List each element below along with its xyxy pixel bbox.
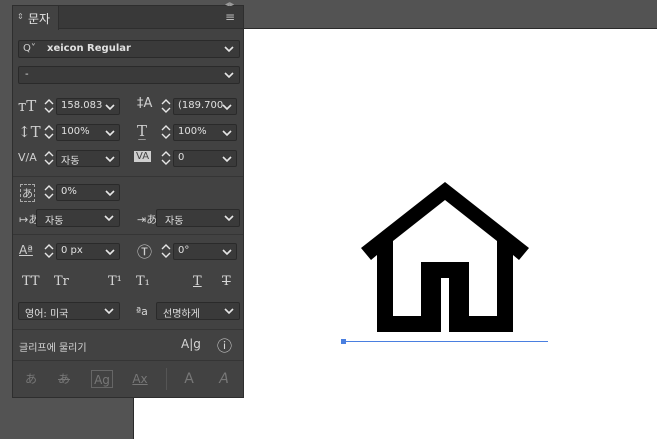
baseline-shift-icon: Aª [19, 243, 33, 257]
tsume-stepper[interactable] [44, 184, 54, 200]
rotation-icon: Ⓣ [137, 243, 153, 261]
font-style-field[interactable]: - [18, 66, 240, 84]
search-icon[interactable]: Q˅ [23, 43, 36, 54]
aki-right-value: 자동 [165, 216, 184, 227]
tsume-icon: あ [20, 184, 35, 202]
antialias-select[interactable]: 선명하게 [156, 302, 240, 320]
chevron-down-icon[interactable] [223, 69, 235, 81]
chevron-down-icon[interactable] [221, 246, 233, 258]
chevron-down-icon[interactable] [221, 127, 233, 139]
language-select[interactable]: 영어: 미국 [18, 302, 120, 320]
small-caps-button[interactable]: Tr [54, 274, 69, 289]
divider [13, 234, 243, 235]
rotation-value: 0° [178, 245, 190, 256]
chevron-down-icon[interactable] [103, 305, 115, 317]
aki-left-value: 자동 [45, 216, 64, 227]
house-glyph[interactable] [357, 178, 533, 338]
leading-icon: ‡A [137, 96, 153, 111]
font-size-stepper[interactable] [44, 98, 54, 114]
all-caps-button[interactable]: TT [22, 274, 40, 289]
chevron-down-icon[interactable] [223, 43, 235, 55]
font-style-value: - [25, 69, 29, 80]
horizontal-scale-value: 100% [178, 126, 207, 137]
snap-to-glyph-label: 글리프에 물리기 [19, 343, 87, 354]
font-size-icon: ᴛT [18, 97, 37, 115]
chevron-down-icon[interactable] [104, 246, 116, 258]
chevron-down-icon[interactable] [221, 153, 233, 165]
snap-button-3[interactable]: Ag [91, 370, 113, 388]
chevron-down-icon[interactable] [104, 153, 116, 165]
kerning-icon: V/A [18, 151, 37, 164]
divider [166, 368, 167, 390]
baseline-shift-value: 0 px [61, 245, 83, 256]
chevron-down-icon[interactable] [221, 101, 233, 113]
chevron-down-icon[interactable] [223, 305, 235, 317]
chevron-down-icon[interactable] [223, 212, 235, 224]
antialias-icon: ªa [136, 305, 148, 318]
vertical-scale-icon: ↕T [18, 123, 41, 141]
kerning-stepper[interactable] [44, 150, 54, 166]
chevron-down-icon[interactable] [103, 212, 115, 224]
aki-left-select[interactable]: 자동 [36, 209, 120, 227]
panel-header[interactable]: ⇕ 문자 ≡ [13, 6, 243, 30]
snap-button-1[interactable]: あ [22, 370, 40, 388]
tracking-icon: VA [134, 151, 152, 162]
info-icon[interactable]: ⓘ [217, 335, 232, 356]
snap-button-2[interactable]: あ [55, 370, 73, 388]
vertical-scale-value: 100% [61, 126, 90, 137]
tab-character[interactable]: ⇕ 문자 [13, 6, 59, 30]
aki-right-icon: ⇥あ [137, 213, 158, 226]
strikethrough-button[interactable]: T [222, 274, 231, 289]
font-size-value: 158.083 [61, 100, 103, 111]
text-anchor-point[interactable] [341, 339, 346, 344]
tab-label: 문자 [28, 12, 51, 26]
chevron-down-icon[interactable] [104, 127, 116, 139]
rotation-stepper[interactable] [161, 243, 171, 259]
snap-button-5[interactable]: A [180, 370, 198, 388]
baseline-shift-stepper[interactable] [44, 243, 54, 259]
font-family-field[interactable]: Q˅ xeicon Regular [18, 40, 240, 58]
aki-right-select[interactable]: 자동 [156, 209, 240, 227]
language-value: 영어: 미국 [25, 309, 69, 320]
tracking-stepper[interactable] [161, 150, 171, 166]
snap-to-glyph-icon[interactable]: A|g [181, 337, 201, 351]
text-baseline [343, 341, 548, 342]
tsume-value: 0% [61, 186, 77, 197]
snap-button-4[interactable]: Ax [129, 370, 151, 388]
chevron-down-icon[interactable] [104, 101, 116, 113]
superscript-button[interactable]: T¹ [108, 274, 122, 289]
divider [13, 360, 243, 361]
kerning-value: 자동 [61, 156, 80, 167]
vertical-scale-stepper[interactable] [44, 124, 54, 140]
character-panel: ◀▶ ⇕ 문자 ≡ Q˅ xeicon Regular - ᴛT 158.083… [12, 1, 244, 398]
divider [13, 329, 243, 330]
leading-value: (189.700 [178, 100, 224, 111]
tracking-value: 0 [178, 152, 185, 163]
tab-expand-icon[interactable]: ⇕ [17, 12, 24, 21]
horizontal-scale-icon: T̲ [137, 122, 148, 140]
antialias-value: 선명하게 [163, 309, 200, 320]
horizontal-scale-stepper[interactable] [161, 124, 171, 140]
snap-button-6[interactable]: A [215, 370, 233, 388]
font-family-value: xeicon Regular [47, 43, 131, 54]
chevron-down-icon[interactable] [104, 187, 116, 199]
divider [13, 176, 243, 177]
leading-stepper[interactable] [161, 98, 171, 114]
panel-menu-icon[interactable]: ≡ [225, 11, 239, 23]
subscript-button[interactable]: T₁ [136, 274, 150, 289]
underline-button[interactable]: T [193, 274, 202, 289]
